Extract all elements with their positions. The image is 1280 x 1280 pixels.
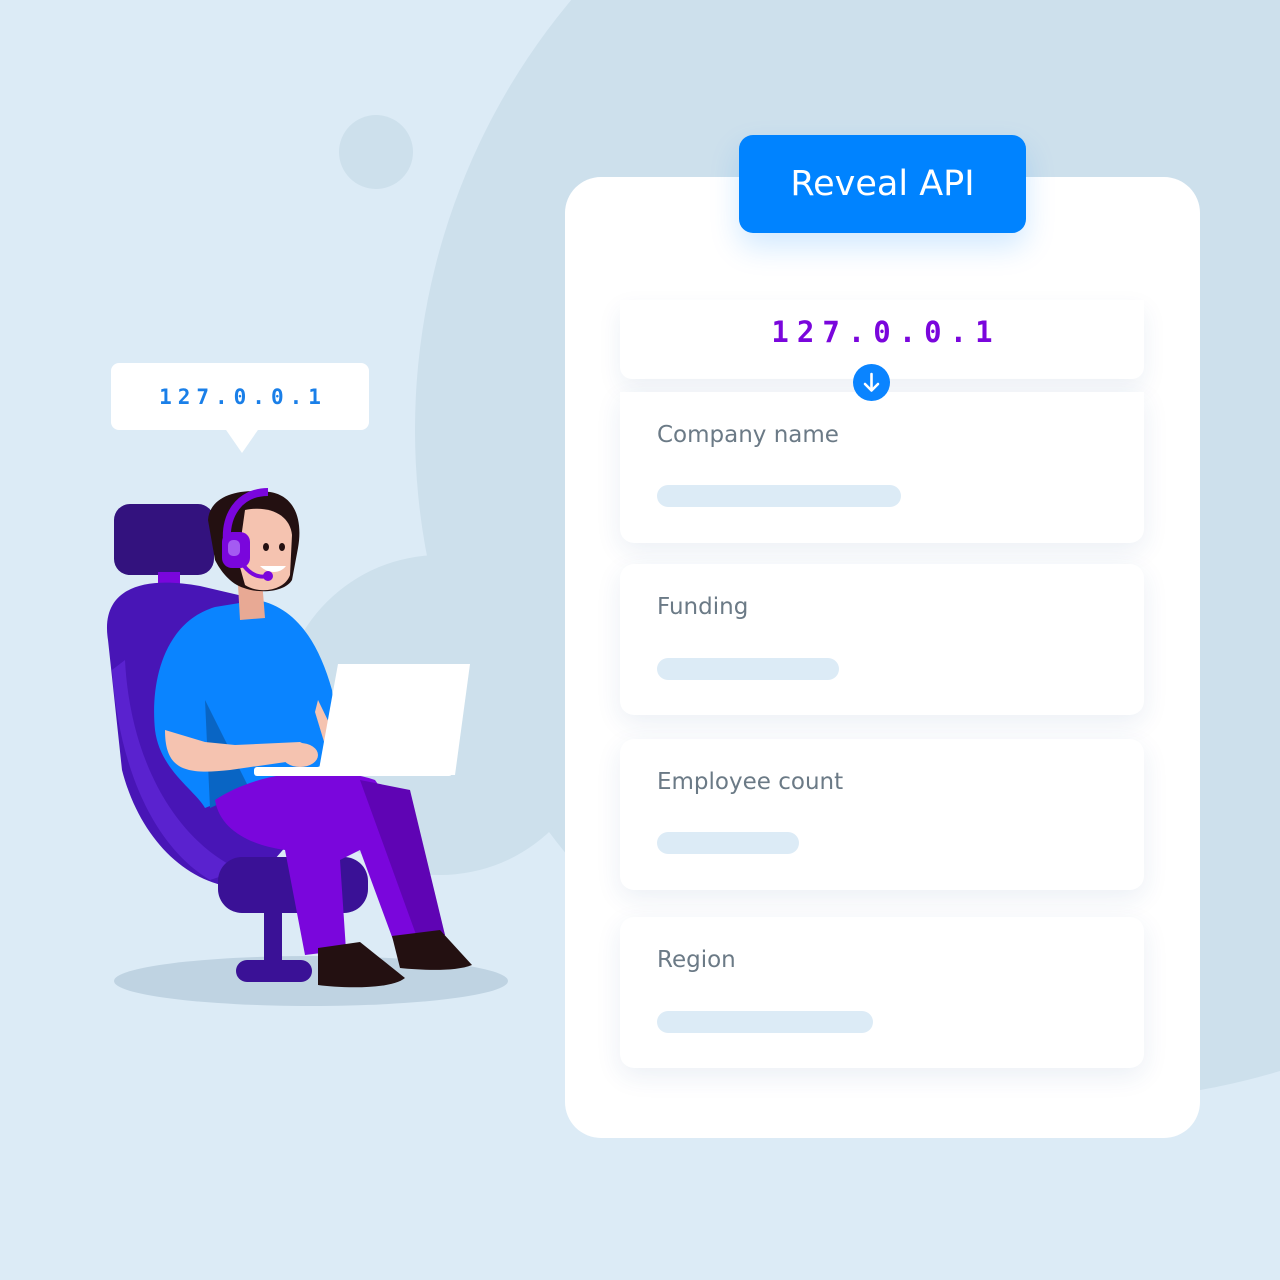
field-label: Employee count [657,769,844,795]
speech-bubble: 127.0.0.1 [111,363,369,453]
field-placeholder-bar [657,832,799,854]
field-region: Region [620,917,1144,1068]
field-company-name: Company name [620,392,1144,543]
reveal-api-button[interactable]: Reveal API [739,135,1026,233]
field-placeholder-bar [657,658,839,680]
field-label: Company name [657,422,839,448]
field-placeholder-bar [657,1011,873,1033]
field-funding: Funding [620,564,1144,715]
field-employee-count: Employee count [620,739,1144,890]
field-label: Funding [657,594,749,620]
arrow-down-icon [853,364,890,401]
field-label: Region [657,947,736,973]
field-placeholder-bar [657,485,901,507]
speech-bubble-ip: 127.0.0.1 [159,384,327,409]
ip-address-value: 127.0.0.1 [771,314,1001,349]
